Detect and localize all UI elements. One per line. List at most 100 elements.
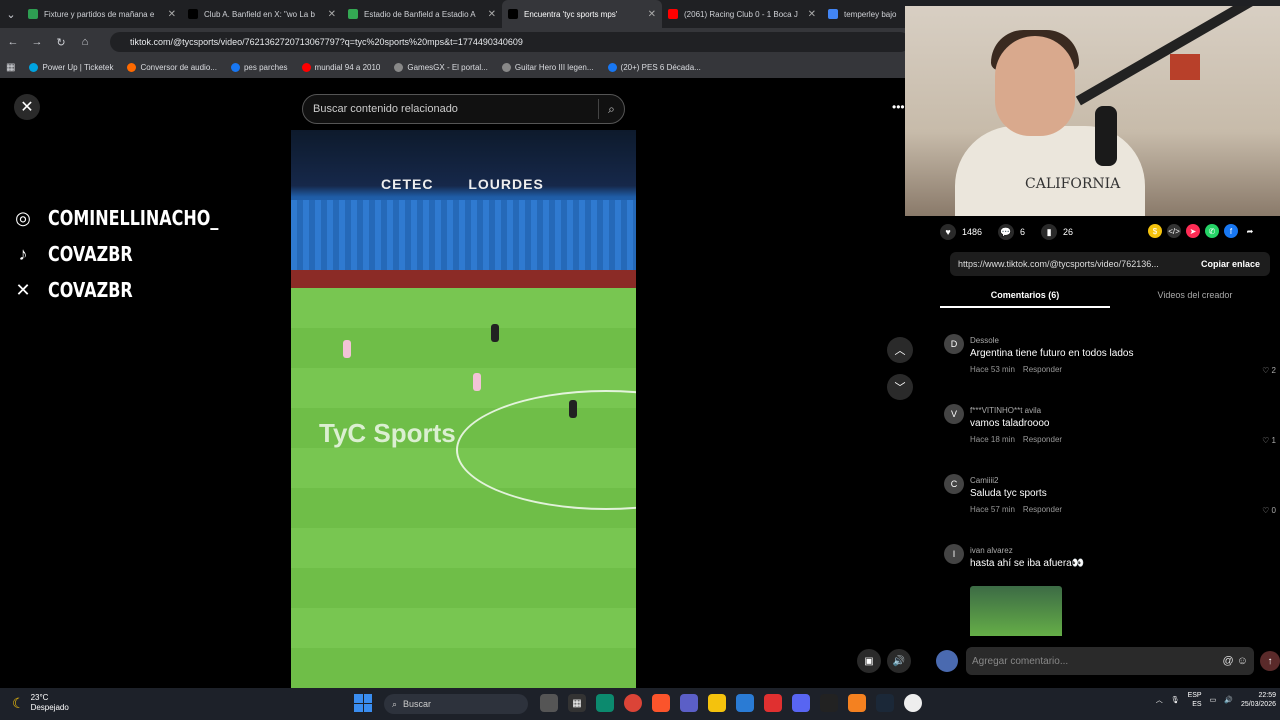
store-icon[interactable]: ▦ <box>568 694 586 712</box>
obs-icon[interactable] <box>904 694 922 712</box>
discord-icon[interactable] <box>792 694 810 712</box>
media-icon[interactable] <box>764 694 782 712</box>
close-tab-icon[interactable]: ✕ <box>488 9 496 20</box>
edge-icon[interactable] <box>596 694 614 712</box>
search-icon[interactable]: ⌕ <box>598 99 618 119</box>
comment-time: Hace 53 min <box>970 365 1015 374</box>
volume-tray-icon[interactable]: 🔊 <box>1224 696 1233 704</box>
back-arrow-icon[interactable]: ← <box>6 36 20 48</box>
bookmark-icon[interactable]: ▮ <box>1041 224 1058 240</box>
apps-grid-icon[interactable]: ▦ <box>6 62 15 73</box>
vscode-icon[interactable] <box>736 694 754 712</box>
share-arrow-icon[interactable]: ➦ <box>1243 224 1257 238</box>
pip-button[interactable]: ▣ <box>857 649 881 673</box>
avatar[interactable]: I <box>944 544 964 564</box>
comment-user[interactable]: Camiiii2 <box>970 476 998 485</box>
player <box>473 373 481 391</box>
windows-start-icon[interactable] <box>354 694 372 712</box>
task-view-icon[interactable] <box>540 694 558 712</box>
send-icon[interactable]: ➤ <box>1186 224 1200 238</box>
forward-arrow-icon[interactable]: → <box>30 36 44 48</box>
whatsapp-icon[interactable]: ✆ <box>1205 224 1219 238</box>
comment-like[interactable]: ♡ 1 <box>1262 436 1276 445</box>
comment-input[interactable]: Agregar comentario... @ ☺ <box>966 647 1254 675</box>
brave-icon[interactable] <box>652 694 670 712</box>
weather-widget[interactable]: ☾ 23°C Despejado <box>12 693 69 713</box>
social-handle: COVAZBR <box>48 278 133 302</box>
video-player[interactable]: CETEC LOURDES TyC Sports <box>291 130 636 688</box>
tab-comments[interactable]: Comentarios (6) <box>940 286 1110 308</box>
browser-tab[interactable]: Estadio de Banfield a Estadio A ✕ <box>342 0 502 28</box>
sponsor-banner: CETEC LOURDES <box>311 176 544 192</box>
comments-count: 6 <box>1020 227 1026 237</box>
browser-tab[interactable]: (2061) Racing Club 0 - 1 Boca J ✕ <box>662 0 822 28</box>
tab-title: Encuentra 'tyc sports mps' <box>524 9 618 19</box>
nvidia-icon[interactable] <box>820 694 838 712</box>
taskbar-search[interactable]: ⌕ Buscar <box>384 694 528 714</box>
comment-like[interactable]: ♡ 2 <box>1262 366 1276 375</box>
teams-icon[interactable] <box>680 694 698 712</box>
share-link[interactable]: https://www.tiktok.com/@tycsports/video/… <box>958 259 1201 269</box>
reply-button[interactable]: Responder <box>1023 365 1062 374</box>
ad-board <box>291 270 636 288</box>
heart-outline-icon: ♡ <box>1262 506 1270 515</box>
previous-video-button[interactable]: ︿ <box>887 337 913 363</box>
close-tab-icon[interactable]: ✕ <box>168 9 176 20</box>
bookmark[interactable]: Power Up | Ticketek <box>29 62 113 72</box>
heart-icon[interactable]: ♥ <box>940 224 956 240</box>
tiktok-icon: ♪ <box>18 243 28 264</box>
send-comment-button[interactable]: ↑ <box>1260 651 1280 671</box>
comment-user[interactable]: Dessole <box>970 336 999 345</box>
coin-icon[interactable]: $ <box>1148 224 1162 238</box>
volume-button[interactable]: 🔊 <box>887 649 911 673</box>
browser-tab[interactable]: Fixture y partidos de mañana e ✕ <box>22 0 182 28</box>
next-video-button[interactable]: ﹀ <box>887 374 913 400</box>
bookmark[interactable]: mundial 94 a 2010 <box>301 62 380 72</box>
close-tab-icon[interactable]: ✕ <box>328 9 336 20</box>
comment-like[interactable]: ♡ 0 <box>1262 506 1276 515</box>
copy-link-button[interactable]: Copiar enlace <box>1201 259 1270 269</box>
close-tab-icon[interactable]: ✕ <box>648 9 656 20</box>
search-icon: ⌕ <box>392 698 398 709</box>
reply-button[interactable]: Responder <box>1023 435 1062 444</box>
facebook-icon[interactable]: f <box>1224 224 1238 238</box>
browser-tab[interactable]: Encuentra 'tyc sports mps' ✕ <box>502 0 662 28</box>
tab-title: Fixture y partidos de mañana e <box>44 9 155 19</box>
wifi-icon[interactable]: ▭ <box>1210 696 1217 704</box>
bookmark[interactable]: pes parches <box>230 62 288 72</box>
cloud-icon[interactable] <box>848 694 866 712</box>
comment-icon[interactable]: 💬 <box>998 224 1015 240</box>
tray-chevron-icon[interactable]: ︿ <box>1156 695 1163 705</box>
related-search-input[interactable]: Buscar contenido relacionado ⌕ <box>302 94 625 124</box>
tab-search-chevron-icon[interactable]: ⌄ <box>0 8 22 21</box>
comment-image[interactable] <box>970 586 1062 636</box>
embed-icon[interactable]: </> <box>1167 224 1181 238</box>
mention-emoji-icons[interactable]: @ ☺ <box>1223 655 1248 667</box>
chrome-icon[interactable] <box>624 694 642 712</box>
files-icon[interactable] <box>708 694 726 712</box>
steam-icon[interactable] <box>876 694 894 712</box>
taskbar-search-label: Buscar <box>403 699 432 709</box>
more-options-icon[interactable]: ••• <box>892 100 905 114</box>
bookmark[interactable]: Guitar Hero III legen... <box>501 62 594 72</box>
browser-tab[interactable]: Club A. Banfield en X: "wo La b ✕ <box>182 0 342 28</box>
lang-primary: ESP <box>1187 692 1202 699</box>
comment-user[interactable]: f***VITINHO**t avila <box>970 406 1041 415</box>
avatar[interactable]: D <box>944 334 964 354</box>
avatar[interactable]: C <box>944 474 964 494</box>
reload-icon[interactable]: ↻ <box>54 36 68 49</box>
close-video-button[interactable]: ✕ <box>14 94 40 120</box>
comment-user[interactable]: ivan alvarez <box>970 546 1013 555</box>
address-bar[interactable]: tiktok.com/@tycsports/video/762136272071… <box>110 32 910 52</box>
reply-button[interactable]: Responder <box>1023 505 1062 514</box>
bookmark[interactable]: GamesGX - El portal... <box>394 62 488 72</box>
bookmark[interactable]: Conversor de audio... <box>127 62 217 72</box>
language-indicator[interactable]: ESP ES <box>1188 691 1202 709</box>
mic-icon[interactable]: 🎙 <box>1171 696 1180 704</box>
avatar[interactable]: V <box>944 404 964 424</box>
tab-creator-videos[interactable]: Videos del creador <box>1110 286 1280 308</box>
bookmark[interactable]: (20+) PES 6 Década... <box>607 62 701 72</box>
close-tab-icon[interactable]: ✕ <box>808 9 816 20</box>
home-icon[interactable]: ⌂ <box>78 36 92 48</box>
clock[interactable]: 22:59 25/03/2026 <box>1241 691 1276 709</box>
